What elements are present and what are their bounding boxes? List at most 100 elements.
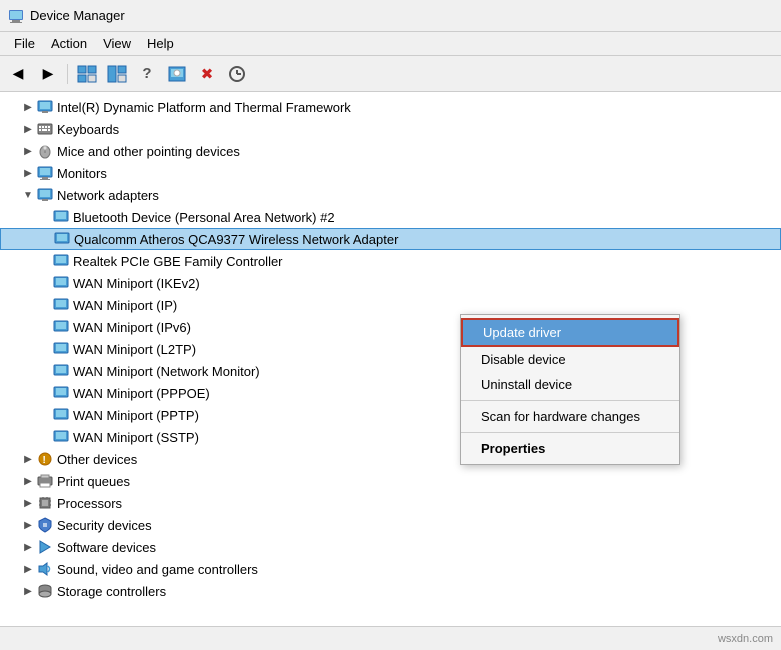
expand-icon-storage[interactable]: ▶ bbox=[20, 583, 36, 599]
icon-wan-pppoe bbox=[52, 385, 70, 401]
tree-item-storage[interactable]: ▶ Storage controllers bbox=[0, 580, 781, 602]
expand-icon-keyboards[interactable]: ▶ bbox=[20, 121, 36, 137]
icon-wan-sstp bbox=[52, 429, 70, 445]
icon-processors bbox=[36, 495, 54, 511]
expand-icon-network[interactable]: ▼ bbox=[20, 187, 36, 203]
menu-bar: File Action View Help bbox=[0, 32, 781, 56]
expand-icon-other-devices[interactable]: ▶ bbox=[20, 451, 36, 467]
label-qualcomm: Qualcomm Atheros QCA9377 Wireless Networ… bbox=[74, 232, 398, 247]
tree-panel[interactable]: ▶ Intel(R) Dynamic Platform and Thermal … bbox=[0, 92, 781, 626]
icon-bluetooth bbox=[52, 209, 70, 225]
icon-other-devices: ! bbox=[36, 451, 54, 467]
expand-icon-software-devices[interactable]: ▶ bbox=[20, 539, 36, 555]
context-menu-scan-hardware[interactable]: Scan for hardware changes bbox=[461, 404, 679, 429]
tree-item-mice[interactable]: ▶ Mice and other pointing devices bbox=[0, 140, 781, 162]
label-software-devices: Software devices bbox=[57, 540, 156, 555]
context-menu-update-driver[interactable]: Update driver bbox=[461, 318, 679, 347]
label-network-adapters: Network adapters bbox=[57, 188, 159, 203]
label-sound: Sound, video and game controllers bbox=[57, 562, 258, 577]
context-menu-properties[interactable]: Properties bbox=[461, 436, 679, 461]
icon-wan-netmon bbox=[52, 363, 70, 379]
menu-view[interactable]: View bbox=[95, 34, 139, 53]
toolbar-btn-help[interactable]: ? bbox=[133, 60, 161, 88]
tree-item-security-devices[interactable]: ▶ Security devices bbox=[0, 514, 781, 536]
tree-item-software-devices[interactable]: ▶ Software devices bbox=[0, 536, 781, 558]
toolbar-btn-7[interactable]: ✖ bbox=[193, 60, 221, 88]
tree-item-wan-ip[interactable]: ▶ WAN Miniport (IP) bbox=[0, 294, 781, 316]
context-menu-disable-device[interactable]: Disable device bbox=[461, 347, 679, 372]
label-other-devices: Other devices bbox=[57, 452, 137, 467]
toolbar-btn-4[interactable] bbox=[103, 60, 131, 88]
label-intel: Intel(R) Dynamic Platform and Thermal Fr… bbox=[57, 100, 351, 115]
expand-icon-security-devices[interactable]: ▶ bbox=[20, 517, 36, 533]
toolbar-btn-8[interactable] bbox=[223, 60, 251, 88]
label-wan-ip: WAN Miniport (IP) bbox=[73, 298, 177, 313]
label-print-queues: Print queues bbox=[57, 474, 130, 489]
label-wan-ipv6: WAN Miniport (IPv6) bbox=[73, 320, 191, 335]
expand-icon-intel[interactable]: ▶ bbox=[20, 99, 36, 115]
menu-action[interactable]: Action bbox=[43, 34, 95, 53]
label-storage: Storage controllers bbox=[57, 584, 166, 599]
watermark: wsxdn.com bbox=[718, 633, 773, 645]
expand-icon-print-queues[interactable]: ▶ bbox=[20, 473, 36, 489]
expand-icon-mice[interactable]: ▶ bbox=[20, 143, 36, 159]
tree-item-bluetooth[interactable]: ▶ Bluetooth Device (Personal Area Networ… bbox=[0, 206, 781, 228]
label-monitors: Monitors bbox=[57, 166, 107, 181]
toolbar-btn-6[interactable] bbox=[163, 60, 191, 88]
tree-item-qualcomm[interactable]: ▶ Qualcomm Atheros QCA9377 Wireless Netw… bbox=[0, 228, 781, 250]
toolbar: ◀ ▶ ? ✖ bbox=[0, 56, 781, 92]
main-content: ▶ Intel(R) Dynamic Platform and Thermal … bbox=[0, 92, 781, 626]
label-wan-netmon: WAN Miniport (Network Monitor) bbox=[73, 364, 260, 379]
menu-file[interactable]: File bbox=[6, 34, 43, 53]
toolbar-btn-3[interactable] bbox=[73, 60, 101, 88]
tree-item-keyboards[interactable]: ▶ Keyboards bbox=[0, 118, 781, 140]
title-bar-icon bbox=[8, 8, 24, 24]
tree-item-network-adapters[interactable]: ▼ Network adapters bbox=[0, 184, 781, 206]
forward-button[interactable]: ▶ bbox=[34, 60, 62, 88]
icon-security-devices bbox=[36, 517, 54, 533]
icon-network bbox=[36, 187, 54, 203]
back-button[interactable]: ◀ bbox=[4, 60, 32, 88]
tree-item-print-queues[interactable]: ▶ Print queues bbox=[0, 470, 781, 492]
tree-item-monitors[interactable]: ▶ Monitors bbox=[0, 162, 781, 184]
title-bar-text: Device Manager bbox=[30, 8, 125, 23]
context-menu-uninstall-device[interactable]: Uninstall device bbox=[461, 372, 679, 397]
label-wan-pppoe: WAN Miniport (PPPOE) bbox=[73, 386, 210, 401]
tree-item-realtek[interactable]: ▶ Realtek PCIe GBE Family Controller bbox=[0, 250, 781, 272]
context-menu-sep-1 bbox=[461, 400, 679, 401]
expand-icon-sound[interactable]: ▶ bbox=[20, 561, 36, 577]
icon-software-devices bbox=[36, 539, 54, 555]
label-wan-sstp: WAN Miniport (SSTP) bbox=[73, 430, 199, 445]
context-menu-sep-2 bbox=[461, 432, 679, 433]
toolbar-separator-1 bbox=[67, 64, 68, 84]
menu-help[interactable]: Help bbox=[139, 34, 182, 53]
icon-mice bbox=[36, 143, 54, 159]
icon-wan-ikev2 bbox=[52, 275, 70, 291]
label-security-devices: Security devices bbox=[57, 518, 152, 533]
icon-keyboards bbox=[36, 121, 54, 137]
title-bar: Device Manager bbox=[0, 0, 781, 32]
icon-wan-ip bbox=[52, 297, 70, 313]
icon-wan-pptp bbox=[52, 407, 70, 423]
label-wan-l2tp: WAN Miniport (L2TP) bbox=[73, 342, 196, 357]
svg-text:!: ! bbox=[43, 455, 46, 466]
status-bar: wsxdn.com bbox=[0, 626, 781, 650]
icon-wan-l2tp bbox=[52, 341, 70, 357]
label-wan-pptp: WAN Miniport (PPTP) bbox=[73, 408, 199, 423]
tree-item-sound[interactable]: ▶ Sound, video and game controllers bbox=[0, 558, 781, 580]
icon-storage bbox=[36, 583, 54, 599]
label-wan-ikev2: WAN Miniport (IKEv2) bbox=[73, 276, 200, 291]
context-menu: Update driver Disable device Uninstall d… bbox=[460, 314, 680, 465]
icon-intel bbox=[36, 99, 54, 115]
icon-print-queues bbox=[36, 473, 54, 489]
label-mice: Mice and other pointing devices bbox=[57, 144, 240, 159]
icon-qualcomm bbox=[53, 231, 71, 247]
label-processors: Processors bbox=[57, 496, 122, 511]
label-keyboards: Keyboards bbox=[57, 122, 119, 137]
expand-icon-monitors[interactable]: ▶ bbox=[20, 165, 36, 181]
tree-item-intel[interactable]: ▶ Intel(R) Dynamic Platform and Thermal … bbox=[0, 96, 781, 118]
expand-icon-processors[interactable]: ▶ bbox=[20, 495, 36, 511]
label-realtek: Realtek PCIe GBE Family Controller bbox=[73, 254, 283, 269]
tree-item-wan-ikev2[interactable]: ▶ WAN Miniport (IKEv2) bbox=[0, 272, 781, 294]
tree-item-processors[interactable]: ▶ Processors bbox=[0, 492, 781, 514]
